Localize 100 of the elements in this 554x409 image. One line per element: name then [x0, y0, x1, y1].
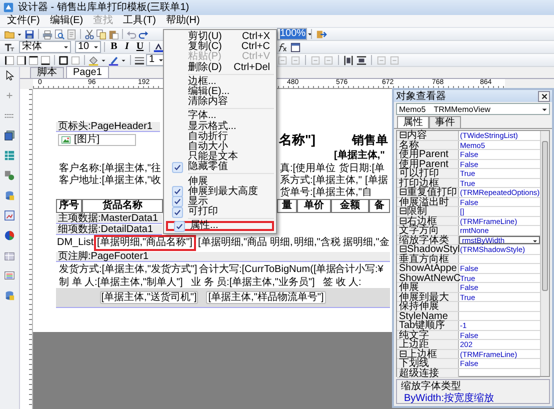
border-left-icon[interactable] — [4, 54, 15, 66]
format-button[interactable]: U — [134, 41, 146, 53]
pie-chart-icon[interactable] — [4, 230, 15, 241]
menu-item[interactable]: 伸展 — [166, 176, 274, 187]
tab[interactable]: 脚本 — [30, 67, 64, 78]
database-icon[interactable] — [4, 290, 15, 301]
menu-item[interactable]: 工具(T) — [118, 15, 161, 27]
report-title[interactable]: 名称"] — [279, 132, 321, 148]
menu-item[interactable]: 编辑(E) — [44, 15, 88, 27]
tab[interactable]: 属性 — [397, 116, 429, 128]
data-field[interactable]: [单据 — [364, 175, 390, 186]
pointer-icon[interactable] — [4, 70, 15, 81]
data-field[interactable]: 业 务 员:[单据主体,"业务员"] — [190, 277, 314, 289]
data-field[interactable]: 真:[使用单位 — [279, 163, 337, 174]
close-button[interactable] — [538, 90, 550, 102]
border-top-icon[interactable] — [28, 54, 39, 66]
column-header[interactable]: 备 — [369, 199, 390, 213]
cut-icon[interactable] — [84, 28, 95, 40]
format-button[interactable]: I — [121, 41, 133, 53]
fill-color-icon[interactable] — [88, 54, 99, 66]
data-field[interactable]: [单据明细,"商品名称"] — [94, 235, 196, 251]
copy-icon[interactable] — [96, 28, 107, 40]
report-title[interactable]: 销售单 — [352, 132, 390, 148]
property-row[interactable]: StyleName — [397, 312, 540, 321]
data-field[interactable]: 明细, — [269, 237, 292, 249]
menu-item[interactable]: 自动折行 — [166, 132, 274, 142]
data-field[interactable]: 合计小写:¥ — [334, 264, 386, 276]
image-field[interactable]: [图片] — [58, 134, 136, 146]
check-icon — [174, 220, 184, 232]
menu-item[interactable]: 显示 — [166, 196, 274, 207]
document-icon[interactable] — [66, 28, 77, 40]
border-bottom-icon[interactable] — [40, 54, 51, 66]
format-button[interactable]: B — [108, 41, 120, 53]
menu-item[interactable]: 可打印 — [166, 207, 274, 218]
font-size-field[interactable]: 10 — [75, 41, 101, 53]
data-field[interactable]: 客户名称:[单据主体,"往 — [58, 163, 163, 174]
column-header[interactable]: 序号 — [56, 199, 82, 213]
same-width-icon[interactable] — [343, 54, 354, 66]
data-field[interactable]: 货单号:[单据主体,"自 — [279, 187, 375, 198]
band-label[interactable]: 主项数据:MasterData1 — [56, 214, 162, 224]
menu-item[interactable]: 帮助(H) — [160, 15, 205, 27]
column-header[interactable]: 金额 — [331, 199, 369, 213]
border-all-icon[interactable] — [58, 54, 69, 66]
exit-icon[interactable] — [316, 28, 327, 40]
table-icon[interactable] — [4, 150, 15, 161]
menu-item[interactable]: 删除(D) Ctrl+Del — [166, 62, 274, 73]
tab[interactable]: Page1 — [66, 66, 109, 78]
data-field[interactable]: 明细,"含税 — [293, 237, 341, 249]
tab[interactable]: 事件 — [429, 116, 461, 128]
paste-icon[interactable] — [108, 28, 119, 40]
data-field[interactable]: DM_List — [56, 237, 94, 249]
data-field[interactable]: 货日期:[单 — [338, 163, 386, 174]
shapes-icon[interactable] — [4, 170, 15, 181]
menu-item[interactable]: 显示格式... — [166, 122, 274, 132]
data-field[interactable]: 系方式:[单据主体," — [279, 175, 363, 186]
menu-item[interactable]: 文件(F) — [2, 15, 45, 27]
data-field[interactable]: 据明细,"金 — [342, 237, 390, 249]
property-row[interactable]: 保持伸展 — [397, 302, 540, 312]
window-icon[interactable] — [290, 42, 301, 52]
band-label[interactable]: 页注脚:PageFooter1 — [56, 252, 390, 262]
column-header[interactable]: 量 — [277, 199, 297, 213]
menu-item[interactable]: 隐藏零值 — [166, 162, 274, 172]
font-color-icon[interactable] — [153, 42, 164, 52]
grid-icon[interactable] — [4, 250, 15, 261]
preview-icon[interactable] — [54, 28, 65, 40]
data-field[interactable]: 发货方式:[单据主体,"发货方式"] — [58, 264, 196, 276]
report-subtitle[interactable]: [单据主体," — [334, 150, 390, 161]
printer-icon[interactable] — [42, 28, 53, 40]
data-field[interactable]: 签 收 人: — [322, 277, 366, 289]
property-row[interactable]: 超级连接 — [397, 368, 540, 378]
font-icon[interactable] — [4, 42, 15, 52]
object-selector[interactable]: Memo5 TRMMemoView — [396, 103, 550, 115]
save-icon[interactable] — [24, 28, 35, 40]
pen-icon[interactable] — [108, 54, 119, 66]
scrollbar[interactable] — [540, 131, 549, 376]
data-field[interactable]: 合计大写:[CurrToBigNum([单据 — [198, 264, 333, 276]
frame-icon[interactable] — [4, 210, 15, 221]
data-field[interactable]: 客户地址:[单据主体,"收 — [58, 175, 163, 186]
menu-item[interactable]: 边框... — [166, 76, 274, 87]
border-right-icon[interactable] — [16, 54, 27, 66]
band-label[interactable]: 页标头:PageHeader1 — [56, 122, 160, 132]
menu-item[interactable]: 复制(C) Ctrl+C — [166, 42, 274, 52]
pages-icon[interactable] — [4, 130, 15, 141]
function-icon[interactable] — [277, 42, 288, 52]
text-lines-icon[interactable] — [4, 270, 15, 281]
same-height-icon[interactable] — [356, 54, 367, 66]
data-field[interactable]: 制 单 人:[单据主体,"制单人"] — [58, 277, 182, 289]
data-field[interactable]: [单据主体,"送货司机"] — [100, 291, 198, 304]
menu-item[interactable]: 自动大小 — [166, 142, 274, 152]
database-icon[interactable] — [4, 190, 15, 201]
menu-item[interactable]: 属性... — [166, 221, 274, 232]
data-field[interactable]: [单据明细,"商品 — [197, 237, 268, 249]
font-field[interactable]: 宋体 — [19, 41, 71, 53]
menu-item[interactable]: 清除内容 — [166, 97, 274, 108]
data-field[interactable]: [单据主体,"样品物流单号"] — [206, 291, 326, 304]
redo-icon[interactable] — [138, 28, 149, 40]
line-width-icon[interactable] — [134, 54, 145, 66]
column-header[interactable]: 单价 — [297, 199, 331, 213]
menu-item[interactable]: 字体... — [166, 111, 274, 122]
column-header[interactable]: 货品名称 — [82, 199, 163, 213]
